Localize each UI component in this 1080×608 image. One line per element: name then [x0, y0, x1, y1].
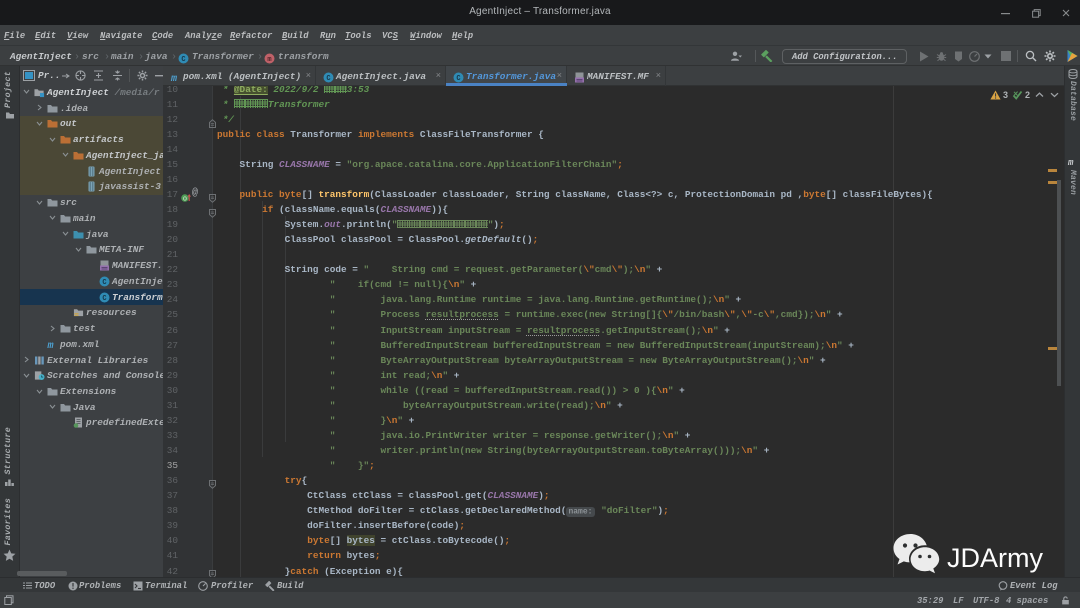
svg-text:C: C [102, 279, 106, 287]
svg-text:C: C [456, 75, 460, 83]
svg-text:m: m [267, 56, 271, 64]
svg-text:m: m [47, 341, 54, 350]
svg-text:C: C [181, 56, 185, 64]
svg-text:m: m [170, 74, 177, 83]
svg-text:C: C [326, 75, 330, 83]
svg-text:C: C [102, 295, 106, 303]
